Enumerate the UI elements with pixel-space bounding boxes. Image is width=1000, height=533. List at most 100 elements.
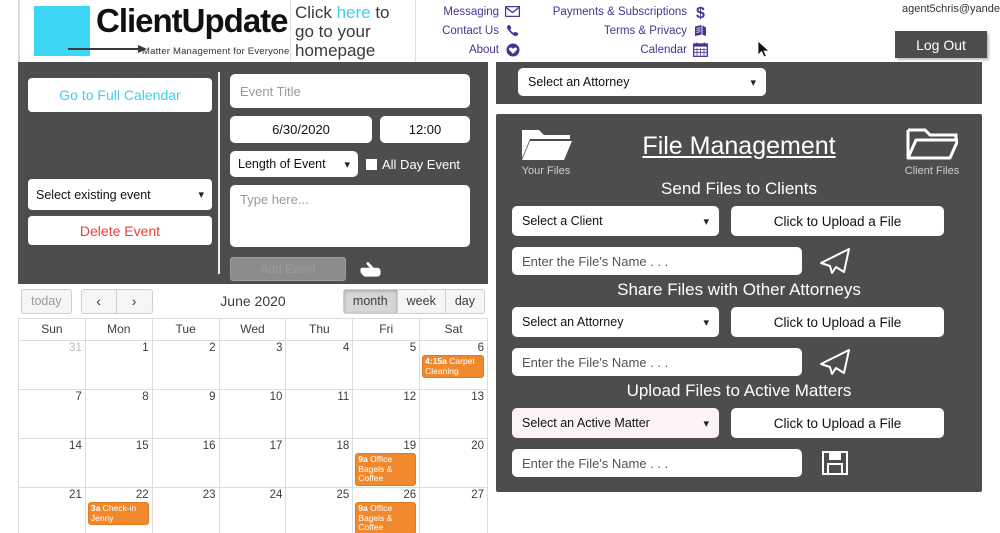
top-select-attorney-dropdown[interactable]: Select an Attorney ▾: [518, 68, 766, 96]
calendar-day-cell[interactable]: 10: [219, 390, 287, 439]
calendar-event[interactable]: 4:15a Carpet Cleaning: [422, 355, 484, 378]
calendar-day-number: 2: [209, 342, 216, 354]
event-submit-row: Add Event: [230, 255, 470, 283]
event-date-input[interactable]: [230, 116, 372, 143]
folder-outline-icon: [906, 128, 958, 160]
add-event-button[interactable]: Add Event: [230, 257, 346, 281]
calendar-day-cell[interactable]: 17: [219, 439, 287, 488]
go-to-full-calendar-button[interactable]: Go to Full Calendar: [28, 78, 212, 112]
nav-item-messaging[interactable]: Messaging: [420, 2, 520, 21]
calendar-today-button[interactable]: today: [21, 288, 72, 314]
user-email-label: agent5chris@yande: [901, 3, 1000, 15]
calendar-day-cell[interactable]: 9: [152, 390, 220, 439]
event-notes-textarea[interactable]: [230, 185, 470, 247]
calendar-week-row: 21 22 3a Check-in Jenny 23 24 25 26 9a Office B…: [19, 488, 487, 533]
event-editor-left: Go to Full Calendar Select existing even…: [28, 74, 220, 274]
select-active-matter-dropdown[interactable]: Select an Active Matter ▾: [512, 408, 719, 438]
calendar-day-cell[interactable]: 15: [85, 439, 153, 488]
nav-item-terms-privacy[interactable]: Terms & Privacy: [530, 21, 708, 40]
calendar-day-cell[interactable]: 13: [420, 390, 487, 439]
chevron-down-icon: ▾: [750, 76, 756, 89]
calendar-day-cell[interactable]: 14: [19, 439, 86, 488]
calendar-prev-button[interactable]: ‹: [80, 288, 117, 314]
calendar-day-cell[interactable]: 26 9a Office Bagels & Coffee: [353, 488, 421, 533]
calendar-view-week[interactable]: week: [397, 288, 446, 314]
homepage-link-block[interactable]: Click here to go to your homepage: [290, 0, 416, 62]
file-name-input-clients[interactable]: [512, 247, 802, 275]
select-a-client-value: Select a Client: [522, 214, 603, 228]
event-title-input[interactable]: [230, 74, 470, 108]
select-an-attorney-dropdown[interactable]: Select an Attorney ▾: [512, 307, 719, 337]
file-name-input-attorneys[interactable]: [512, 348, 802, 376]
calendar-day-number: 15: [135, 440, 149, 452]
calendar-day-cell[interactable]: 25: [286, 488, 354, 533]
calendar-next-button[interactable]: ›: [116, 288, 153, 314]
calendar-day-cell[interactable]: 19 9a Office Bagels & Coffee: [353, 439, 421, 488]
calendar-day-cell[interactable]: 18: [286, 439, 354, 488]
calendar-day-cell[interactable]: 11: [286, 390, 354, 439]
calendar-view-month[interactable]: month: [342, 288, 398, 314]
file-management-column: Select an Attorney ▾ Your Files File Man…: [496, 62, 982, 492]
calendar-event[interactable]: 9a Office Bagels & Coffee: [355, 453, 417, 486]
log-out-button[interactable]: Log Out: [895, 31, 987, 58]
file-name-input-matters[interactable]: [512, 449, 802, 477]
calendar-day-cell[interactable]: 12: [353, 390, 421, 439]
upload-file-button-attorneys[interactable]: Click to Upload a File: [731, 307, 944, 337]
calendar-day-cell[interactable]: 22 3a Check-in Jenny: [85, 488, 153, 533]
calendar-day-cell[interactable]: 24: [219, 488, 287, 533]
calendar-day-cell[interactable]: 31: [19, 341, 86, 390]
checkbox-box[interactable]: [366, 158, 377, 170]
nav-item-contact-us[interactable]: Contact Us: [420, 21, 520, 40]
nav-item-about[interactable]: About: [420, 40, 520, 59]
length-of-event-dropdown[interactable]: Length of Event ▾: [230, 151, 358, 177]
select-a-client-dropdown[interactable]: Select a Client ▾: [512, 206, 719, 236]
all-day-event-checkbox[interactable]: All Day Event: [366, 157, 460, 172]
calendar-day-cell[interactable]: 2: [152, 341, 220, 390]
mouse-cursor: [757, 40, 771, 60]
nav-column-left: Messaging Contact Us About: [420, 2, 520, 59]
calendar-day-number: 5: [409, 342, 417, 354]
delete-event-button[interactable]: Delete Event: [28, 216, 212, 245]
calendar-view-day[interactable]: day: [445, 288, 485, 314]
calendar-day-cell[interactable]: 7: [19, 390, 86, 439]
select-existing-event-dropdown[interactable]: Select existing event ▾: [28, 179, 212, 210]
calendar-day-number: 4: [342, 342, 350, 354]
upload-file-button-clients[interactable]: Click to Upload a File: [731, 206, 944, 236]
calendar-day-cell[interactable]: 8: [85, 390, 153, 439]
nav-label: About: [468, 43, 499, 56]
paper-plane-icon[interactable]: [816, 345, 854, 379]
client-files-shortcut[interactable]: Client Files: [898, 124, 966, 177]
nav-item-calendar[interactable]: Calendar: [530, 40, 708, 59]
calendar-day-number: 9: [209, 391, 216, 403]
calendar-day-cell[interactable]: 1: [85, 341, 153, 390]
calendar-day-cell[interactable]: 23: [152, 488, 220, 533]
event-time-input[interactable]: [380, 116, 470, 143]
nav-label: Terms & Privacy: [603, 24, 687, 37]
calendar-event[interactable]: 3a Check-in Jenny: [87, 502, 149, 525]
paper-plane-icon[interactable]: [816, 244, 854, 278]
calendar-day-cell[interactable]: 6 4:15a Carpet Cleaning: [420, 341, 487, 390]
calendar-day-cell[interactable]: 3: [219, 341, 287, 390]
calendar-day-cell[interactable]: 5: [353, 341, 421, 390]
share-files-name-row: [512, 345, 966, 379]
calendar-day-cell[interactable]: 16: [152, 439, 220, 488]
nav-item-payments-subscriptions[interactable]: Payments & Subscriptions $: [530, 2, 708, 21]
homepage-here-link[interactable]: here: [337, 3, 371, 22]
event-datetime-row: [230, 116, 470, 143]
upload-file-button-matters[interactable]: Click to Upload a File: [731, 408, 944, 438]
calendar-week-row: 14 15 16 17 18 19 9a Office Bagels & Coffee 20: [19, 439, 487, 488]
calendar-day-cell[interactable]: 27: [420, 488, 487, 533]
nav-column-right: Payments & Subscriptions $ Terms & Priva…: [530, 2, 708, 59]
brand-logo[interactable]: ClientUpdate Matter Management for Every…: [18, 0, 290, 62]
calendar-nav-group: ‹ ›: [80, 288, 153, 314]
calendar-day-cell[interactable]: 21: [19, 488, 86, 533]
weekday-label: Wed: [219, 319, 287, 341]
calendar-event[interactable]: 9a Office Bagels & Coffee: [355, 502, 417, 533]
logo-tagline: Matter Management for Everyone: [142, 46, 290, 57]
your-files-shortcut[interactable]: Your Files: [512, 124, 580, 177]
calendar-day-cell[interactable]: 20: [420, 439, 487, 488]
calendar-day-cell[interactable]: 4: [286, 341, 354, 390]
top-select-attorney-value: Select an Attorney: [528, 75, 630, 89]
save-disk-icon[interactable]: [816, 446, 854, 480]
calendar-toolbar: today ‹ › June 2020 month week day: [18, 284, 488, 318]
